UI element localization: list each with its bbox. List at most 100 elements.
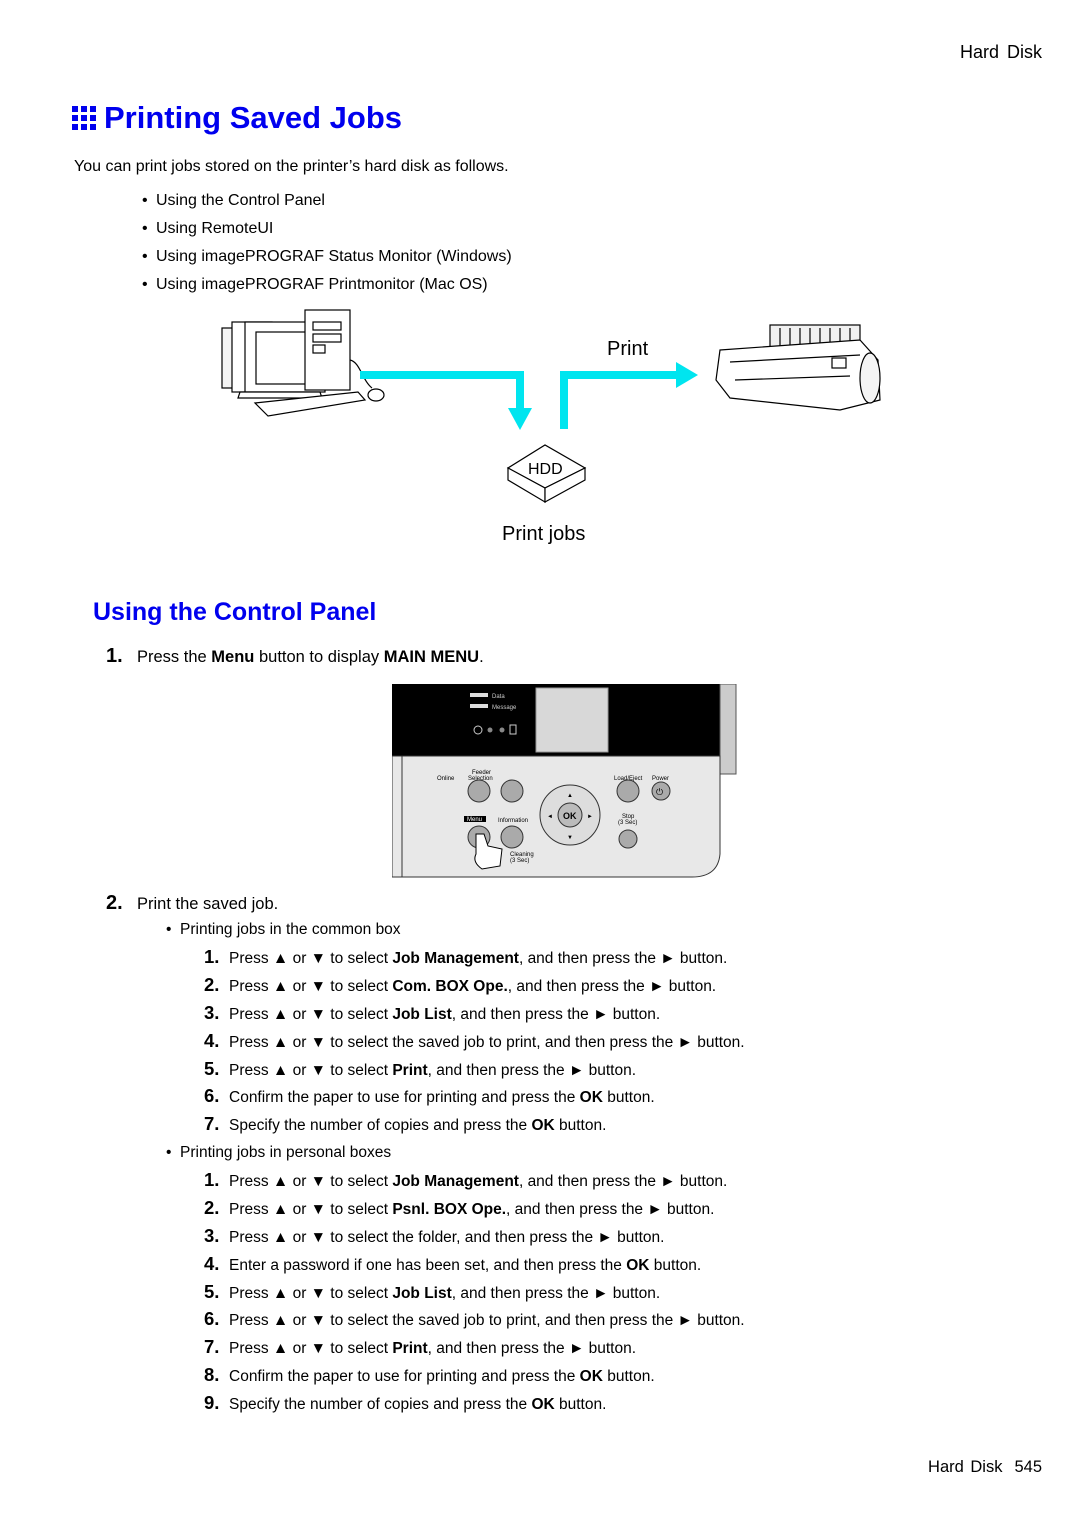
step-text: Press ▲ or ▼ to select the folder, and t…: [229, 1228, 665, 1246]
list-item: 9. Specify the number of copies and press…: [204, 1392, 745, 1420]
printer-icon: [715, 324, 881, 411]
stop-button[interactable]: [618, 829, 638, 849]
menu-term: OK: [531, 1396, 555, 1414]
step-text: , and then press the ► button.: [427, 1061, 637, 1079]
workflow-diagram: Print HDD Print jobs: [221, 309, 881, 545]
step-number: 7.: [204, 1113, 220, 1135]
intro-text: You can print jobs stored on the printer…: [74, 158, 509, 175]
step-text: , and then press the ► button.: [507, 977, 717, 995]
information-button[interactable]: [500, 825, 524, 849]
feeder-selection-button[interactable]: [500, 779, 524, 803]
computer-icon: [221, 309, 385, 417]
step-text: Confirm the paper to use for printing an…: [229, 1368, 580, 1386]
print-label: Print: [607, 338, 649, 360]
step-number: 1.: [106, 645, 123, 667]
page-title-text: Printing Saved Jobs: [104, 100, 403, 135]
list-item: 8. Confirm the paper to use for printing …: [204, 1364, 745, 1392]
step-text: Press ▲ or ▼ to select: [229, 977, 393, 995]
menu-term: Job List: [392, 1284, 452, 1302]
step-number: 3.: [204, 1001, 220, 1023]
step-number: 6.: [204, 1308, 220, 1330]
step-text: button.: [554, 1117, 607, 1135]
step-text: Specify the number of copies and press t…: [229, 1396, 532, 1414]
power-label: Power: [652, 776, 669, 782]
data-lamp-label: Data: [492, 694, 505, 700]
information-label: Information: [498, 818, 528, 824]
list-item: 7. Press ▲ or ▼ to select Print, and then…: [204, 1336, 745, 1364]
step-number: 1.: [204, 946, 220, 967]
step-number: 8.: [204, 1364, 220, 1386]
step-1: 1. Press the Menu button to display MAIN …: [106, 645, 484, 668]
step-text: Press ▲ or ▼ to select: [229, 950, 393, 967]
arrow-computer-to-hdd: [360, 371, 532, 430]
step-text: Press ▲ or ▼ to select: [229, 1340, 393, 1358]
message-lamp-label: Message: [492, 705, 517, 711]
load-eject-button[interactable]: [616, 779, 640, 803]
step-text: button.: [554, 1396, 607, 1414]
online-label: Online: [437, 776, 455, 782]
menu-term: OK: [531, 1117, 555, 1135]
step-number: 2.: [106, 892, 123, 914]
step-2: 2. Print the saved job.: [106, 892, 278, 915]
up-arrow-icon: ▲: [567, 793, 573, 799]
main-menu-term: MAIN MENU: [383, 648, 480, 666]
ok-label: OK: [563, 811, 577, 821]
menu-term: OK: [579, 1368, 603, 1386]
step-text: button.: [649, 1256, 702, 1274]
cleaning-label-2: (3 Sec): [510, 858, 529, 864]
step-text: Confirm the paper to use for printing an…: [229, 1089, 580, 1107]
message-lamp: [470, 704, 488, 708]
stop-label-2: (3 Sec): [618, 820, 637, 826]
step-number: 4.: [204, 1252, 220, 1274]
arrow-hdd-to-printer: [560, 362, 698, 429]
step-text: Specify the number of copies and press t…: [229, 1117, 532, 1135]
step-text: , and then press the ► button.: [451, 1005, 661, 1023]
step-text: Press the: [137, 648, 212, 666]
running-header: Hard Disk: [959, 42, 1042, 62]
step-text: , and then press the ► button.: [451, 1284, 661, 1302]
list-item: 3. Press ▲ or ▼ to select Job List, and t…: [204, 1002, 745, 1030]
menu-term: Com. BOX Ope.: [392, 977, 508, 995]
page-title: Printing Saved Jobs: [72, 100, 402, 136]
down-arrow-icon: ▼: [567, 835, 573, 841]
step-text: Press ▲ or ▼ to select the saved job to …: [229, 1312, 745, 1330]
step-number: 5.: [204, 1280, 220, 1302]
control-panel-illustration: Data Message Feeder Selection Online Men…: [392, 684, 737, 878]
list-item: Using RemoteUI: [142, 218, 512, 246]
menu-term: OK: [579, 1089, 603, 1107]
step-text: , and then press the ► button.: [518, 950, 728, 967]
personal-box-label: Printing jobs in personal boxes: [166, 1144, 391, 1162]
step-number: 2.: [204, 973, 220, 995]
list-item: 4. Press ▲ or ▼ to select the saved job t…: [204, 1030, 745, 1058]
step-text: Enter a password if one has been set, an…: [229, 1256, 627, 1274]
menu-term: Job List: [392, 1005, 452, 1023]
common-box-label: Printing jobs in the common box: [166, 921, 401, 939]
page-footer: Hard Disk 545: [928, 1458, 1042, 1477]
step-text: , and then press the ► button.: [506, 1200, 715, 1218]
step-text: Press ▲ or ▼ to select the saved job to …: [229, 1033, 745, 1051]
section-heading: Using the Control Panel: [93, 598, 377, 626]
list-item: 6. Confirm the paper to use for printing …: [204, 1085, 745, 1113]
step-number: 3.: [204, 1224, 220, 1246]
step-text: button to display: [254, 648, 384, 666]
step-text: button.: [602, 1089, 655, 1107]
section-grid-icon: [72, 106, 96, 130]
menu-term: Job Management: [392, 1173, 519, 1190]
list-item: Using the Control Panel: [142, 190, 512, 218]
step-text: Press ▲ or ▼ to select: [229, 1005, 393, 1023]
step-number: 2.: [204, 1196, 220, 1218]
list-item: 5. Press ▲ or ▼ to select Job List, and t…: [204, 1281, 745, 1309]
step-text: Press ▲ or ▼ to select: [229, 1173, 393, 1190]
online-button[interactable]: [467, 779, 491, 803]
step-number: 7.: [204, 1336, 220, 1358]
step-number: 6.: [204, 1085, 220, 1107]
menu-label: Menu: [467, 817, 482, 823]
data-lamp: [470, 693, 488, 697]
step-number: 9.: [204, 1392, 220, 1414]
list-item: 1. Press ▲ or ▼ to select Job Management,…: [204, 1169, 745, 1197]
list-item: 5. Press ▲ or ▼ to select Print, and then…: [204, 1058, 745, 1086]
list-item: 1. Press ▲ or ▼ to select Job Management,…: [204, 946, 745, 974]
list-item: Using imagePROGRAF Status Monitor (Windo…: [142, 246, 512, 274]
step-text: Press ▲ or ▼ to select: [229, 1200, 393, 1218]
list-item: 3. Press ▲ or ▼ to select the folder, and…: [204, 1225, 745, 1253]
